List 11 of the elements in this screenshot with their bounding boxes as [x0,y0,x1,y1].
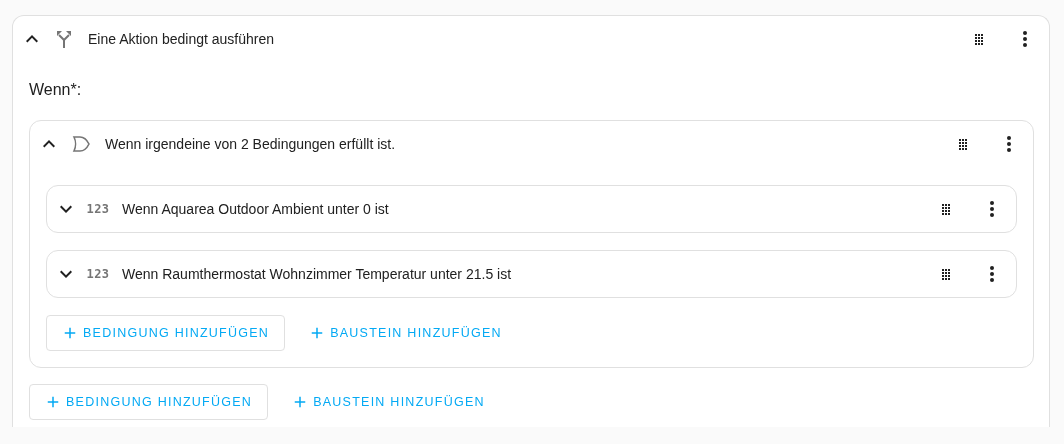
add-button[interactable]: BAUSTEIN HINZUFÜGEN [293,315,518,351]
condition-title: Wenn Raumthermostat Wohnzimmer Temperatur unter 21.5 ist [122,266,513,282]
add-button[interactable]: BAUSTEIN HINZUFÜGEN [276,384,501,420]
action-title: Eine Aktion bedingt ausführen [88,31,276,47]
condition-title: Wenn Aquarea Outdoor Ambient unter 0 ist [122,201,390,217]
add-button[interactable]: BEDINGUNG HINZUFÜGEN [29,384,269,420]
add-button[interactable]: BEDINGUNG HINZUFÜGEN [46,315,286,351]
numeric-icon: 123 [86,202,110,216]
condition-title: Wenn irgendeine von 2 Bedingungen erfüllt ist. [105,136,397,152]
numeric-icon: 123 [86,267,110,281]
section-label: Wenn*: [29,80,83,100]
